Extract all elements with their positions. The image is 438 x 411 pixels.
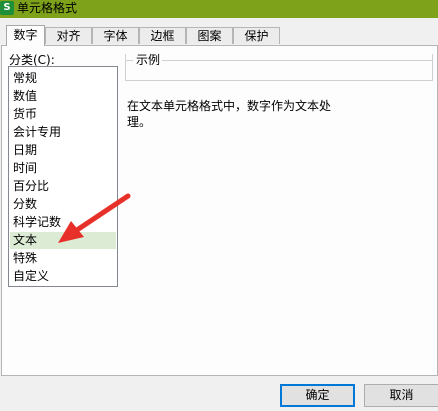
category-item-time[interactable]: 时间 bbox=[10, 160, 116, 177]
category-item-currency[interactable]: 货币 bbox=[10, 106, 116, 123]
category-item-percentage[interactable]: 百分比 bbox=[10, 178, 116, 195]
tab-alignment[interactable]: 对齐 bbox=[45, 27, 92, 44]
tab-protection[interactable]: 保护 bbox=[233, 27, 280, 44]
category-item-general[interactable]: 常规 bbox=[10, 70, 116, 87]
ok-button[interactable]: 确定 bbox=[280, 384, 355, 407]
title-bar[interactable]: S 单元格格式 bbox=[0, 0, 438, 18]
cancel-button[interactable]: 取消 bbox=[364, 384, 438, 407]
category-item-text[interactable]: 文本 bbox=[10, 232, 116, 249]
tab-border[interactable]: 边框 bbox=[139, 27, 186, 44]
category-label: 分类(C): bbox=[9, 53, 55, 67]
sample-groupbox bbox=[125, 54, 433, 81]
category-item-number[interactable]: 数值 bbox=[10, 88, 116, 105]
sample-border-right bbox=[162, 60, 433, 61]
category-list[interactable]: 常规 数值 货币 会计专用 日期 时间 百分比 分数 科学记数 文本 特殊 自定… bbox=[8, 66, 118, 287]
window-title: 单元格格式 bbox=[17, 1, 78, 15]
category-item-custom[interactable]: 自定义 bbox=[10, 268, 116, 285]
category-item-date[interactable]: 日期 bbox=[10, 142, 116, 159]
format-description: 在文本单元格格式中，数字作为文本处 理。 bbox=[127, 99, 332, 129]
sample-title: 示例 bbox=[135, 53, 162, 67]
tab-number[interactable]: 数字 bbox=[6, 25, 45, 46]
category-item-special[interactable]: 特殊 bbox=[10, 250, 116, 267]
tab-font[interactable]: 字体 bbox=[92, 27, 139, 44]
category-item-accounting[interactable]: 会计专用 bbox=[10, 124, 116, 141]
tab-pattern[interactable]: 图案 bbox=[186, 27, 233, 44]
category-item-fraction[interactable]: 分数 bbox=[10, 196, 116, 213]
sample-border-left bbox=[125, 60, 133, 61]
category-item-scientific[interactable]: 科学记数 bbox=[10, 214, 116, 231]
app-icon: S bbox=[0, 1, 14, 15]
